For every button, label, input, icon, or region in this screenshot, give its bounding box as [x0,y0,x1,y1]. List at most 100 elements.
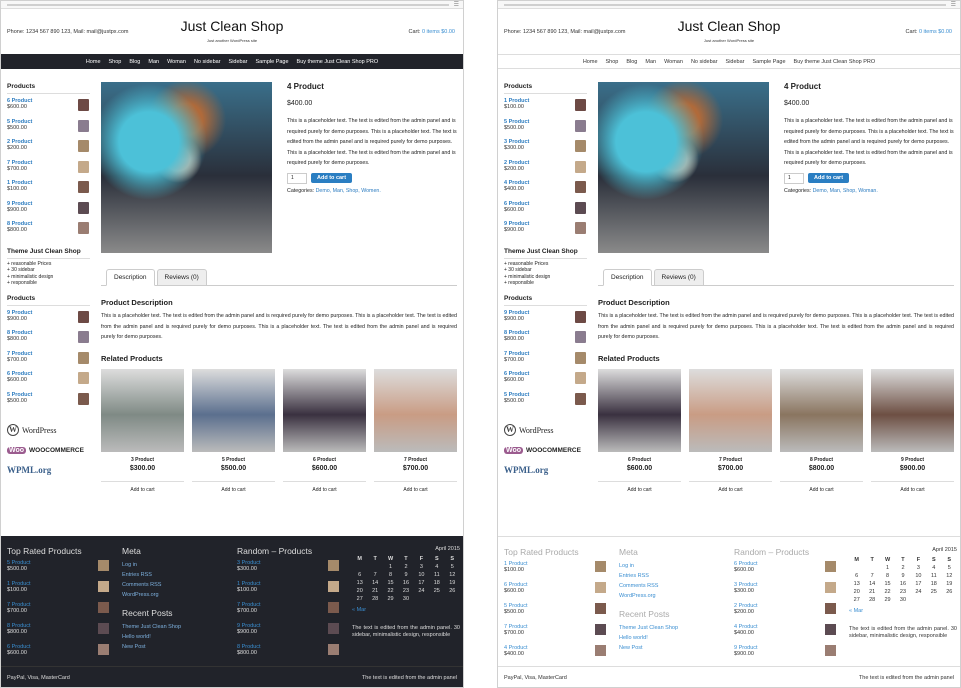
meta-link[interactable]: Comments RSS [619,581,719,591]
nav-item[interactable]: Woman [167,59,186,65]
footer-product-thumbnail[interactable] [595,561,606,572]
recent-post-link[interactable]: New Post [619,643,719,653]
product-thumbnail[interactable] [575,372,586,384]
footer-product-thumbnail[interactable] [98,644,109,655]
tab-reviews[interactable]: Reviews (0) [653,269,704,286]
sidebar-product-item[interactable]: 6 Product $600.00 [504,199,587,220]
add-to-cart-link[interactable]: Add to cart [374,481,457,493]
footer-product-thumbnail[interactable] [328,581,339,592]
nav-item[interactable]: Blog [129,59,140,65]
calendar-prev-link[interactable]: « Mar [849,608,957,614]
related-product-card[interactable]: 7 Product $700.00 Add to cart [689,369,772,493]
menu-icon[interactable]: ☰ [454,2,459,8]
site-title[interactable]: Just Clean Shop [1,18,463,34]
category-links[interactable]: Demo, Man, Shop, Woman. [813,188,878,194]
footer-product-row[interactable]: 7 Product $700.00 [237,602,337,623]
product-thumbnail[interactable] [575,331,586,343]
product-thumbnail[interactable] [575,351,586,364]
recent-post-link[interactable]: Theme Just Clean Shop [619,623,719,633]
product-thumbnail[interactable] [78,140,89,152]
footer-product-thumbnail[interactable] [98,602,109,613]
footer-product-row[interactable]: 6 Product $600.00 [734,561,834,582]
add-to-cart-button[interactable]: Add to cart [311,173,353,183]
product-thumbnail[interactable] [575,181,586,193]
related-product-name[interactable]: 5 Product [192,457,275,463]
wpml-logo[interactable]: WPML.org [7,460,90,480]
nav-item[interactable]: Shop [109,59,122,65]
related-product-card[interactable]: 5 Product $500.00 Add to cart [192,369,275,493]
category-links[interactable]: Demo, Man, Shop, Women. [316,188,381,194]
sidebar-product-item[interactable]: 3 Product $300.00 [504,137,587,158]
cart-link[interactable]: 0 items $0.00 [422,29,455,35]
sidebar-product-item[interactable]: 6 Product $600.00 [7,96,90,117]
related-product-image[interactable] [101,369,184,452]
sidebar-product-item[interactable]: 7 Product $700.00 [504,349,587,370]
sidebar-product-item[interactable]: 7 Product $700.00 [7,158,90,179]
meta-link[interactable]: Comments RSS [122,580,222,590]
nav-item[interactable]: Home [86,59,101,65]
nav-item[interactable]: Man [148,59,159,65]
add-to-cart-link[interactable]: Add to cart [101,481,184,493]
add-to-cart-link[interactable]: Add to cart [689,481,772,493]
add-to-cart-link[interactable]: Add to cart [871,481,954,493]
product-thumbnail[interactable] [78,331,89,343]
footer-product-row[interactable]: 4 Product $400.00 [734,624,834,645]
related-product-name[interactable]: 6 Product [598,457,681,463]
related-product-name[interactable]: 7 Product [374,457,457,463]
recent-post-link[interactable]: Hello world! [122,632,222,642]
wordpress-logo[interactable]: W WordPress [504,420,587,440]
add-to-cart-link[interactable]: Add to cart [780,481,863,493]
footer-product-thumbnail[interactable] [825,582,836,593]
related-product-name[interactable]: 9 Product [871,457,954,463]
wpml-logo[interactable]: WPML.org [504,460,587,480]
product-main-image[interactable] [101,82,272,253]
footer-product-thumbnail[interactable] [328,623,339,634]
footer-product-row[interactable]: 3 Product $300.00 [237,560,337,581]
footer-product-row[interactable]: 6 Product $600.00 [504,582,594,603]
nav-item[interactable]: Shop [606,59,619,65]
footer-product-row[interactable]: 1 Product $100.00 [7,581,97,602]
footer-product-row[interactable]: 9 Product $900.00 [237,623,337,644]
sidebar-product-item[interactable]: 6 Product $600.00 [504,369,587,390]
related-product-card[interactable]: 6 Product $600.00 Add to cart [283,369,366,493]
footer-product-row[interactable]: 7 Product $700.00 [504,624,594,645]
menu-icon[interactable]: ☰ [951,2,956,8]
footer-product-row[interactable]: 1 Product $100.00 [504,561,594,582]
product-thumbnail[interactable] [575,160,586,173]
footer-product-thumbnail[interactable] [825,603,836,614]
nav-item[interactable]: Man [645,59,656,65]
nav-item[interactable]: Sidebar [726,59,745,65]
footer-product-row[interactable]: 5 Product $500.00 [504,603,594,624]
sidebar-product-item[interactable]: 8 Product $800.00 [504,328,587,349]
tab-description[interactable]: Description [603,269,652,286]
footer-product-thumbnail[interactable] [98,581,109,592]
sidebar-product-item[interactable]: 5 Product $500.00 [504,117,587,138]
add-to-cart-link[interactable]: Add to cart [283,481,366,493]
related-product-image[interactable] [598,369,681,452]
footer-product-row[interactable]: 7 Product $700.00 [7,602,97,623]
nav-item[interactable]: Woman [664,59,683,65]
related-product-name[interactable]: 3 Product [101,457,184,463]
footer-product-row[interactable]: 6 Product $600.00 [7,644,97,665]
scrollbar[interactable] [504,4,946,6]
sidebar-product-item[interactable]: 4 Product $400.00 [504,178,587,199]
sidebar-product-item[interactable]: 8 Product $800.00 [7,219,90,240]
recent-post-link[interactable]: New Post [122,642,222,652]
footer-product-row[interactable]: 8 Product $800.00 [237,644,337,665]
related-product-card[interactable]: 7 Product $700.00 Add to cart [374,369,457,493]
sidebar-product-item[interactable]: 9 Product $900.00 [504,308,587,329]
related-product-image[interactable] [283,369,366,452]
footer-product-row[interactable]: 1 Product $100.00 [237,581,337,602]
nav-item[interactable]: Home [583,59,598,65]
footer-product-thumbnail[interactable] [328,644,339,655]
sidebar-product-item[interactable]: 9 Product $900.00 [7,199,90,220]
nav-item[interactable]: No sidebar [194,59,221,65]
add-to-cart-button[interactable]: Add to cart [808,173,850,183]
product-thumbnail[interactable] [78,119,89,132]
meta-link[interactable]: WordPress.org [619,591,719,601]
related-product-card[interactable]: 8 Product $800.00 Add to cart [780,369,863,493]
sidebar-product-item[interactable]: 1 Product $100.00 [7,178,90,199]
footer-product-row[interactable]: 2 Product $200.00 [734,603,834,624]
product-thumbnail[interactable] [78,372,89,384]
nav-item[interactable]: Buy theme Just Clean Shop PRO [297,59,379,65]
